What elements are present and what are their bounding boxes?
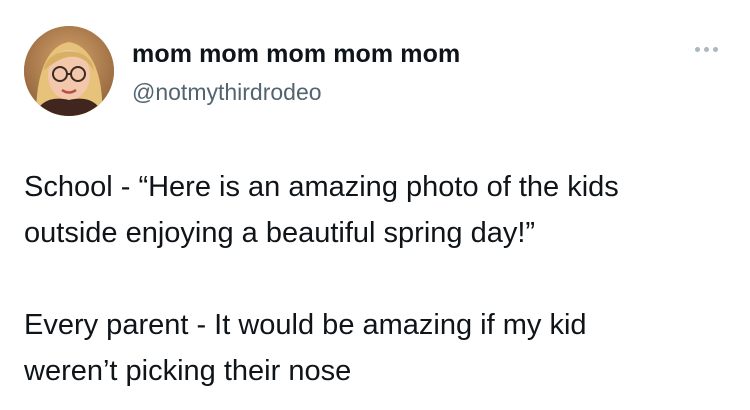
tweet-paragraph: School - “Here is an amazing photo of th… [24,171,619,249]
more-options-button[interactable] [686,38,726,60]
tweet: mom mom mom mom mom @notmythirdrodeo Sch… [0,0,750,410]
display-name[interactable]: mom mom mom mom mom [132,40,460,68]
user-handle[interactable]: @notmythirdrodeo [132,79,322,105]
tweet-text: School - “Here is an amazing photo of th… [24,164,729,394]
more-dot [712,46,718,52]
avatar[interactable] [24,26,114,116]
more-dot [694,46,700,52]
profile-photo [24,26,114,116]
more-dot [703,46,709,52]
tweet-paragraph: Every parent - It would be amazing if my… [24,309,587,387]
